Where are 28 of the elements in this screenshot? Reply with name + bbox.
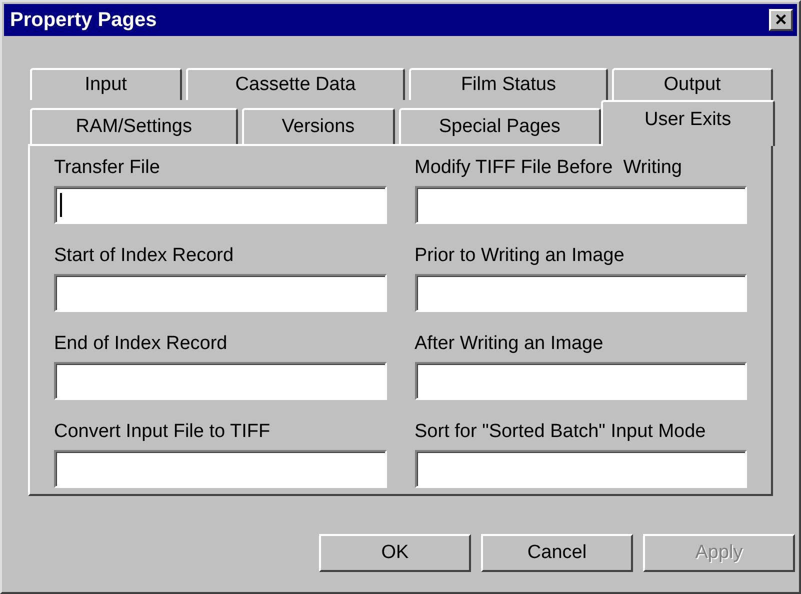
dialog-button[interactable]: Cancel: [481, 534, 633, 572]
field-label: Start of Index Record: [54, 244, 235, 268]
input-field[interactable]: [414, 186, 747, 224]
field-label: Sort for "Sorted Batch" Input Mode: [414, 420, 707, 444]
field-label: Modify TIFF File Before Writing: [414, 156, 683, 180]
input-field[interactable]: [414, 274, 747, 312]
tab[interactable]: RAM/Settings: [30, 108, 238, 144]
field-label: Convert Input File to TIFF: [54, 420, 272, 444]
tab[interactable]: Versions: [242, 108, 395, 144]
field-label: End of Index Record: [54, 332, 228, 356]
dialog-button[interactable]: OK: [319, 534, 471, 572]
input-field[interactable]: [54, 362, 386, 400]
field-label: Transfer File: [54, 156, 161, 180]
input-field[interactable]: [54, 186, 386, 224]
tab[interactable]: User Exits: [600, 100, 776, 146]
input-field[interactable]: [414, 362, 747, 400]
field-label: After Writing an Image: [414, 332, 604, 356]
tab[interactable]: Film Status: [409, 68, 608, 100]
field-label: Prior to Writing an Image: [414, 244, 626, 268]
input-field[interactable]: [54, 274, 386, 312]
close-button[interactable]: ×: [769, 9, 793, 31]
tab[interactable]: Output: [612, 68, 773, 100]
tab[interactable]: Cassette Data: [186, 68, 406, 100]
input-field[interactable]: [54, 450, 386, 488]
tab[interactable]: Input: [30, 68, 182, 100]
tab[interactable]: Special Pages: [398, 108, 601, 144]
input-field[interactable]: [414, 450, 747, 488]
window-title: Property Pages: [10, 8, 157, 33]
